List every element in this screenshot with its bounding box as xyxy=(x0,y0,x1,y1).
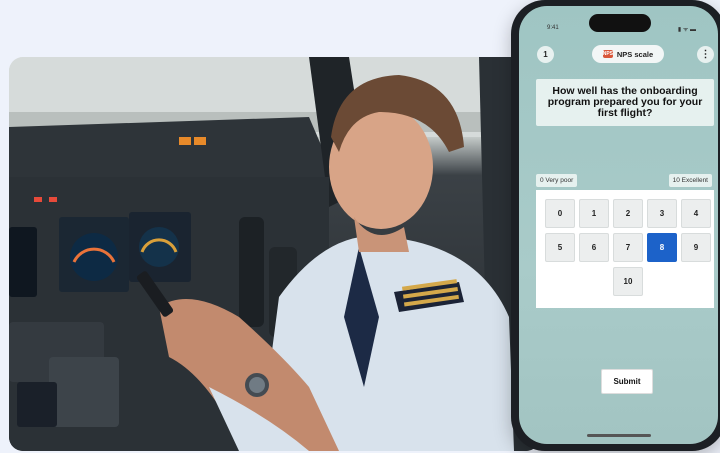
scale-type-badge: NPS NPS scale xyxy=(592,45,664,63)
nps-option-1[interactable]: 1 xyxy=(579,199,609,228)
nps-icon: NPS xyxy=(602,50,613,58)
status-icons: ▮ ᯤ ▬ xyxy=(677,27,696,33)
nps-option-0[interactable]: 0 xyxy=(545,199,575,228)
nps-option-6[interactable]: 6 xyxy=(579,233,609,262)
submit-button[interactable]: Submit xyxy=(601,369,653,394)
nps-option-10[interactable]: 10 xyxy=(613,267,643,296)
phone-notch xyxy=(589,14,651,32)
scale-type-label: NPS scale xyxy=(616,49,654,59)
nps-option-4[interactable]: 4 xyxy=(681,199,711,228)
status-time: 9:41 xyxy=(547,25,559,31)
nps-option-7[interactable]: 7 xyxy=(613,233,643,262)
nps-options-grid: 0 1 2 3 4 5 6 7 8 9 10 xyxy=(536,190,714,308)
nps-option-8-selected[interactable]: 8 xyxy=(647,233,677,262)
nps-option-9[interactable]: 9 xyxy=(681,233,711,262)
question-number-badge: 1 xyxy=(537,46,554,63)
more-options-icon[interactable]: ⋮ xyxy=(697,46,714,63)
question-text: How well has the onboarding program prep… xyxy=(536,79,714,126)
home-indicator xyxy=(587,434,651,437)
phone-screen: 9:41 ▮ ᯤ ▬ 1 NPS NPS scale ⋮ How well ha… xyxy=(519,6,718,444)
pilot-cockpit-photo xyxy=(9,57,540,451)
nps-option-3[interactable]: 3 xyxy=(647,199,677,228)
phone-mockup: 9:41 ▮ ᯤ ▬ 1 NPS NPS scale ⋮ How well ha… xyxy=(511,0,720,451)
scale-low-label: 0 Very poor xyxy=(536,174,578,187)
scale-high-label: 10 Excellent xyxy=(668,174,712,187)
cockpit-illustration xyxy=(9,57,540,451)
nps-option-2[interactable]: 2 xyxy=(613,199,643,228)
nps-option-5[interactable]: 5 xyxy=(545,233,575,262)
